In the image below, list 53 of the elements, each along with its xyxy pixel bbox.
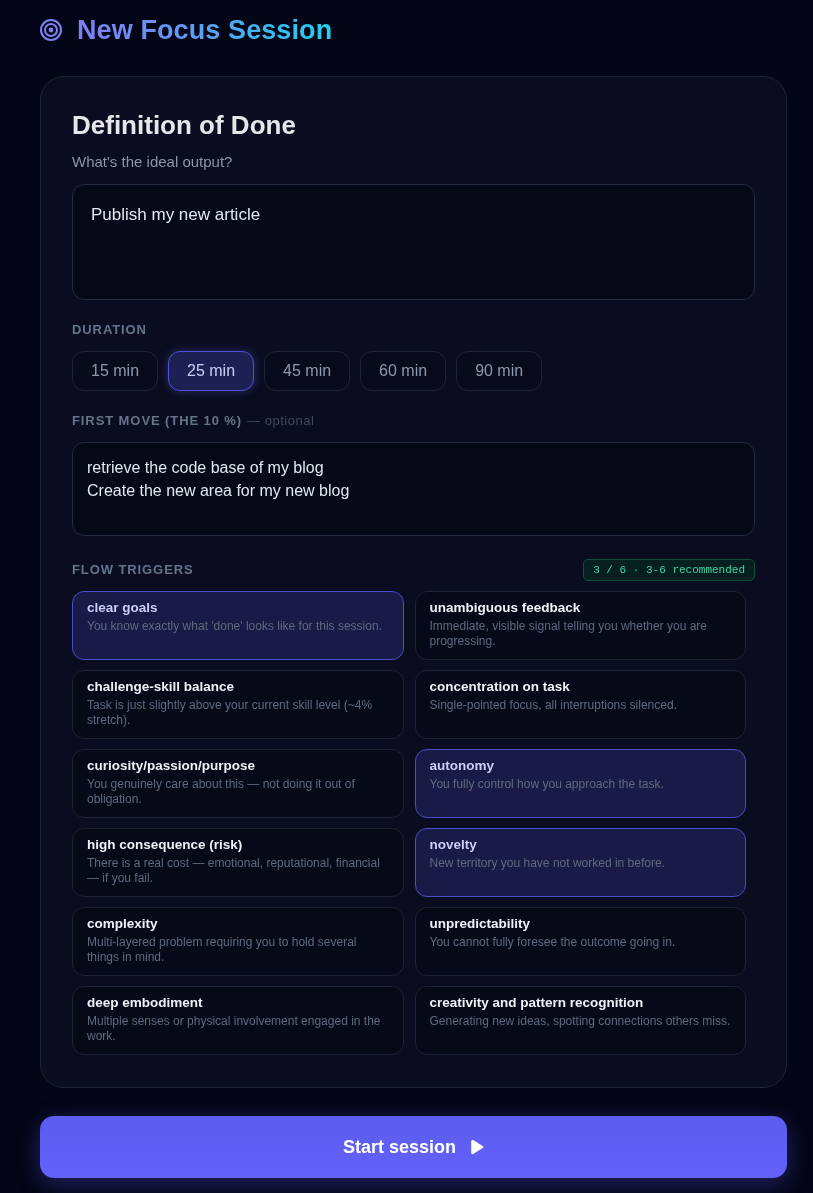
trigger-title: autonomy — [429, 758, 494, 774]
trigger-title: complexity — [87, 916, 158, 932]
trigger-description: You cannot fully foresee the outcome going in. — [429, 935, 676, 950]
trigger-card[interactable]: unambiguous feedback Immediate, visible signal telling you whether you are progressing. — [414, 591, 746, 660]
trigger-description: New territory you have not worked in before. — [429, 856, 665, 871]
optional-hint: — optional — [247, 413, 315, 429]
trigger-card[interactable]: novelty New territory you have not worked in before. — [414, 828, 746, 897]
trigger-card[interactable]: high consequence (risk) There is a real cost — emotional, reputational, financial — if you fail. — [72, 828, 404, 897]
trigger-title: novelty — [429, 837, 477, 853]
count-badge: 3 / 6 · 3-6 recommended — [583, 559, 755, 581]
trigger-description: You fully control how you approach the task. — [429, 777, 664, 792]
trigger-description: You know exactly what 'done' looks like for this session. — [87, 619, 382, 634]
trigger-description: Single-pointed focus, all interruptions silenced. — [429, 698, 677, 713]
duration-option[interactable]: 60 min — [360, 351, 447, 391]
trigger-description: Multiple senses or physical involvement engaged in the work. — [87, 1014, 382, 1044]
duration-option[interactable]: 90 min — [456, 351, 543, 391]
trigger-description: You genuinely care about this — not doing it out of obligation. — [87, 777, 356, 807]
trigger-card[interactable]: clear goals You know exactly what 'done' looks like for this session. — [72, 591, 404, 660]
target-icon — [40, 19, 62, 41]
trigger-description: There is a real cost — emotional, reputational, financial — if you fail. — [87, 856, 381, 886]
trigger-title: curiosity/passion/purpose — [87, 758, 256, 774]
trigger-card[interactable]: deep embodiment Multiple senses or physical involvement engaged in the work. — [72, 986, 404, 1055]
trigger-description: Generating new ideas, spotting connections others miss. — [429, 1014, 731, 1029]
output-field[interactable]: Publish my new article — [72, 184, 755, 300]
trigger-card[interactable]: challenge-skill balance Task is just slightly above your current skill level (~4% stretch). — [72, 670, 404, 739]
trigger-title: unambiguous feedback — [429, 600, 581, 616]
trigger-description: Task is just slightly above your current skill level (~4% stretch). — [87, 698, 374, 728]
trigger-card[interactable]: unpredictability You cannot fully foresee the outcome going in. — [414, 907, 746, 976]
duration-option[interactable]: 15 min — [72, 351, 159, 391]
start-button[interactable]: Start session — [40, 1116, 787, 1178]
first-move-field[interactable]: retrieve the code base of my blog Create the new area for my new blog — [72, 442, 755, 536]
trigger-title: unpredictability — [429, 916, 530, 932]
trigger-description: Multi-layered problem requiring you to hold several things in mind. — [87, 935, 358, 965]
play-icon — [470, 1139, 484, 1155]
trigger-description: Immediate, visible signal telling you whether you are progressing. — [429, 619, 708, 649]
trigger-title: creativity and pattern recognition — [429, 995, 644, 1011]
trigger-card[interactable]: concentration on task Single-pointed focus, all interruptions silenced. — [414, 670, 746, 739]
section-label: FLOW TRIGGERS — [72, 562, 194, 578]
card-title: Definition of Done — [72, 109, 297, 142]
section-label: FIRST MOVE (THE 10 %) — [72, 413, 243, 429]
trigger-card[interactable]: autonomy You fully control how you approach the task. — [414, 749, 746, 818]
trigger-card[interactable]: curiosity/passion/purpose You genuinely care about this — not doing it out of obligation. — [72, 749, 404, 818]
trigger-card[interactable]: creativity and pattern recognition Generating new ideas, spotting connections others miss. — [414, 986, 746, 1055]
trigger-card[interactable]: complexity Multi-layered problem requiring you to hold several things in mind. — [72, 907, 404, 976]
trigger-title: challenge-skill balance — [87, 679, 235, 695]
trigger-title: concentration on task — [429, 679, 570, 695]
output-prompt: What's the ideal output? — [72, 152, 234, 172]
trigger-title: clear goals — [87, 600, 158, 616]
duration-option[interactable]: 25 min — [168, 351, 255, 391]
trigger-title: deep embodiment — [87, 995, 203, 1011]
section-label: DURATION — [72, 322, 148, 338]
trigger-title: high consequence (risk) — [87, 837, 243, 853]
duration-option[interactable]: 45 min — [264, 351, 351, 391]
